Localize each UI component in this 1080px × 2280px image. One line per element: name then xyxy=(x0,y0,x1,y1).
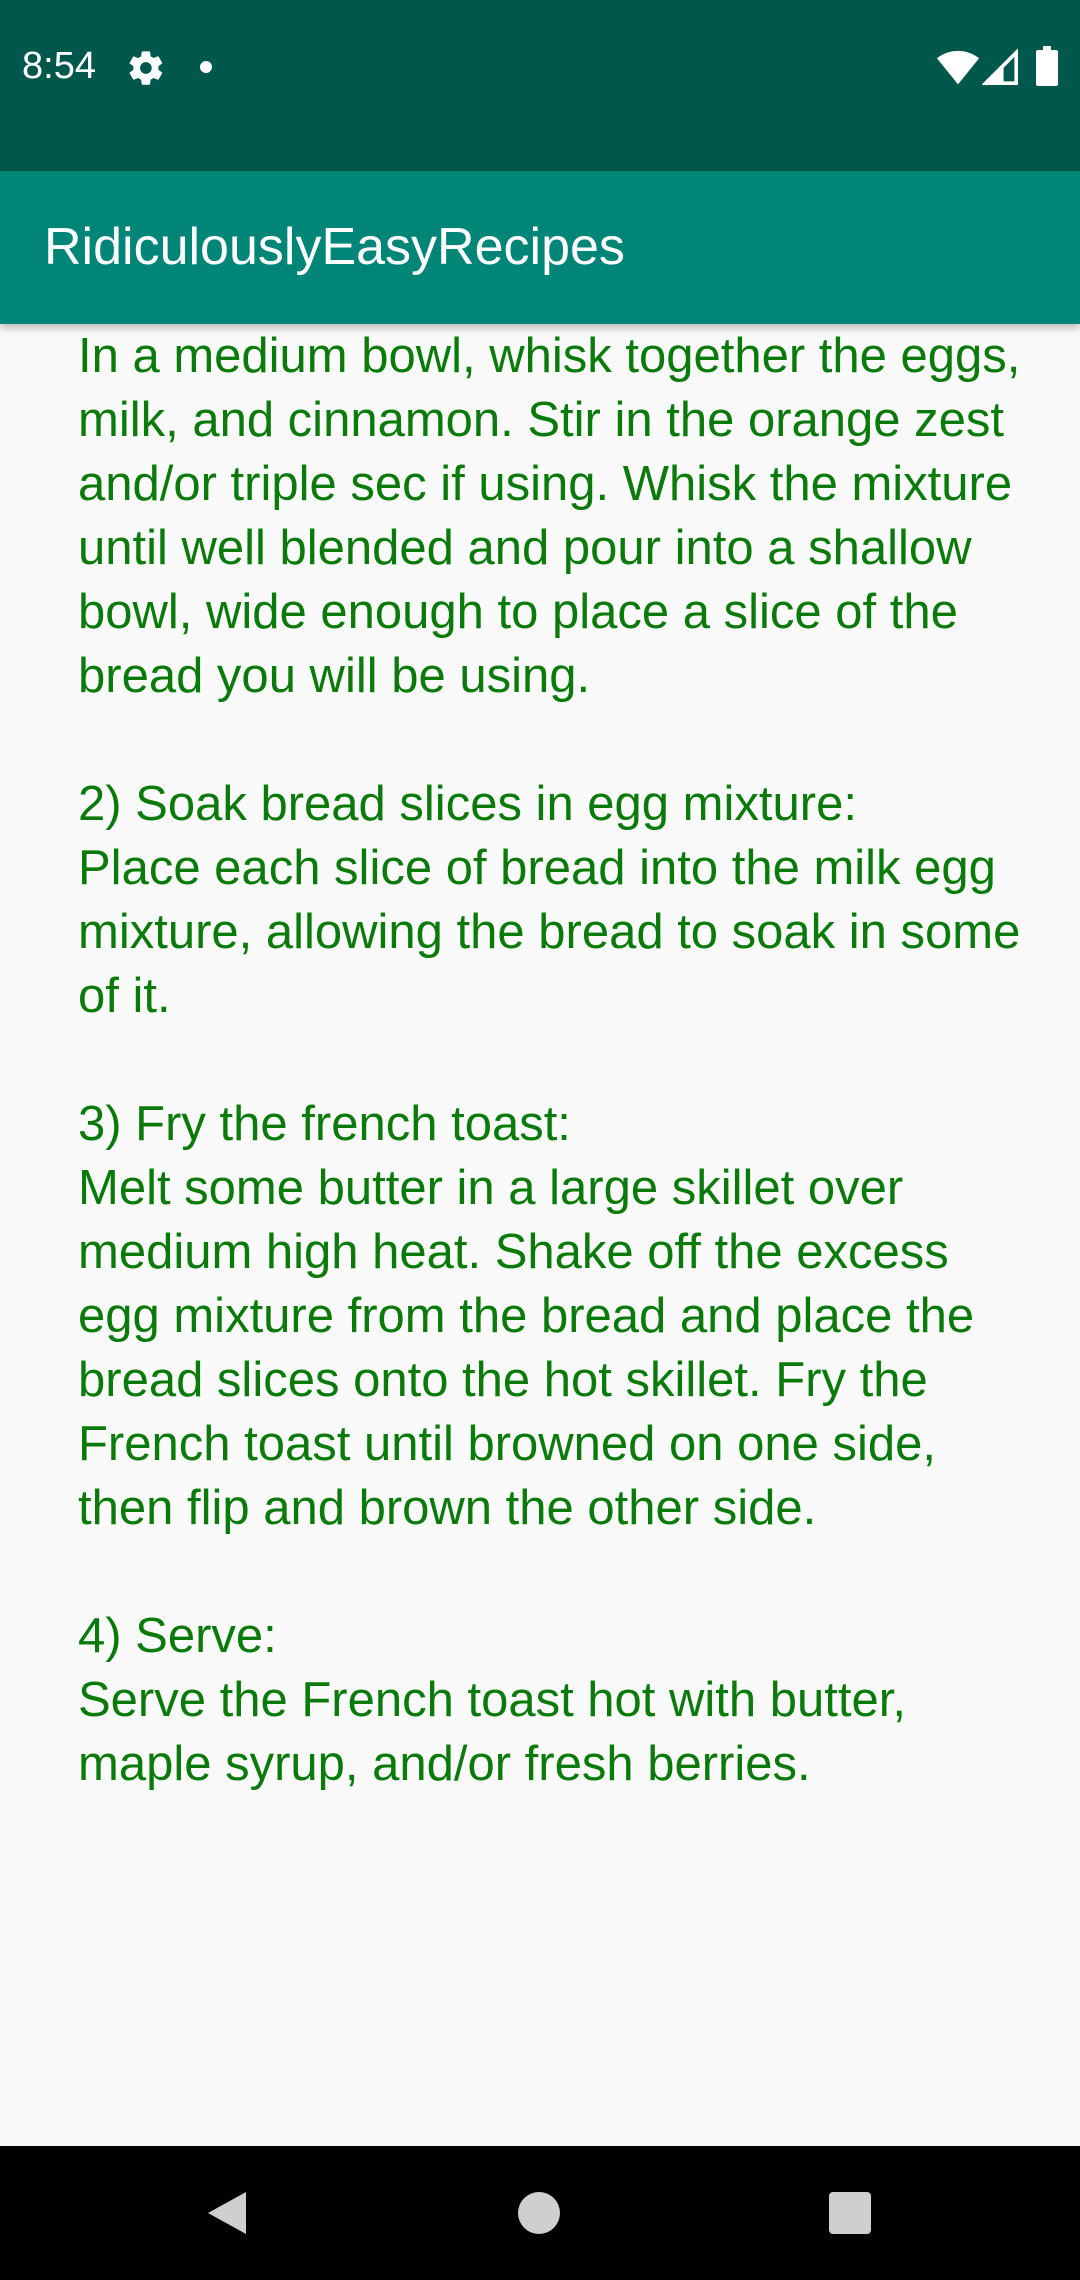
recents-icon[interactable] xyxy=(829,2192,871,2234)
wifi-icon xyxy=(936,50,980,85)
battery-icon xyxy=(1036,46,1058,86)
app-title: RidiculouslyEasyRecipes xyxy=(44,218,625,276)
back-icon[interactable] xyxy=(204,2188,250,2238)
gear-icon xyxy=(129,51,163,85)
navigation-bar xyxy=(0,2146,1080,2280)
status-bar: 8:54 xyxy=(0,0,1080,171)
home-icon[interactable] xyxy=(518,2192,560,2234)
recipe-scroll-view[interactable]: 1) Make the egg mixture: In a medium bow… xyxy=(0,324,1080,2146)
notification-dot-icon xyxy=(200,61,212,73)
app-bar: RidiculouslyEasyRecipes xyxy=(0,171,1080,324)
recipe-steps-text: 1) Make the egg mixture: In a medium bow… xyxy=(78,329,1021,1791)
cell-signal-icon xyxy=(982,48,1018,85)
status-time: 8:54 xyxy=(22,45,96,87)
